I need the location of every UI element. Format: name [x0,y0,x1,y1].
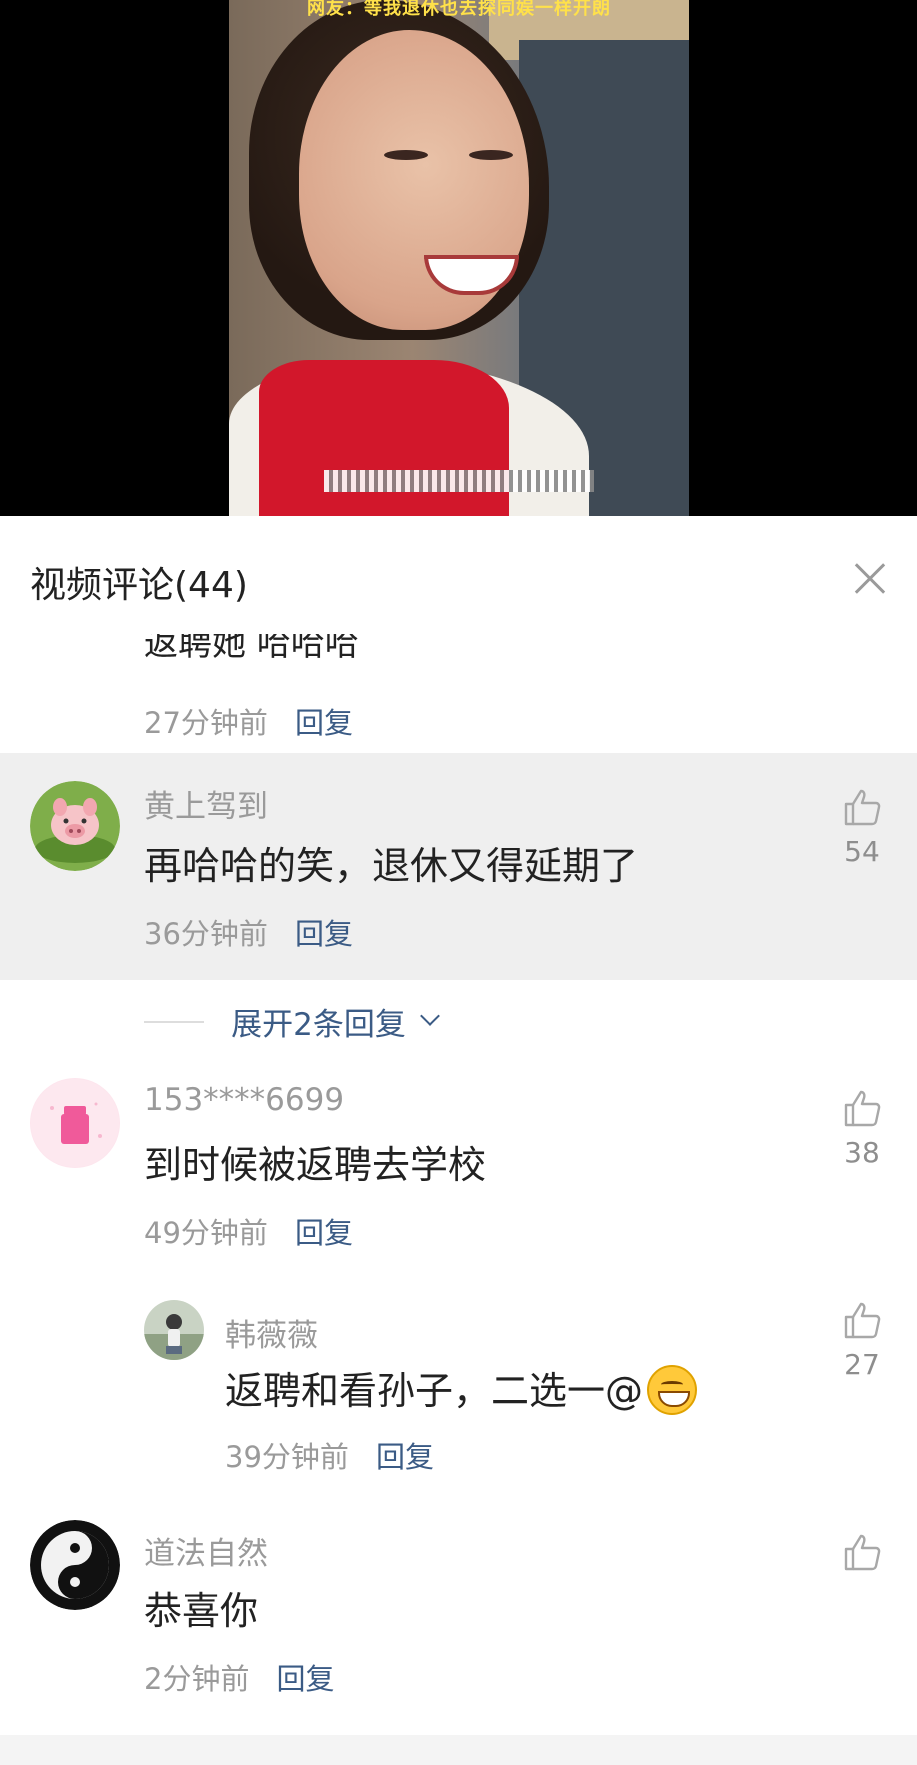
reply-text: 返聘和看孙子，二选一@ [225,1369,644,1413]
chevron-down-icon [420,1005,440,1026]
comment-panel-header: 视频评论(44) [0,516,917,636]
video-person-shirt [259,360,509,516]
comment-meta: 2分钟前 回复 [144,1656,335,1698]
comment-item-partial: 返聘她 哈哈哈 27分钟前 回复 [0,626,917,752]
comment-content: 恭喜你 [144,1589,259,1633]
reply-meta: 39分钟前 回复 [225,1434,434,1476]
comment-username[interactable]: 黄上驾到 [144,781,268,826]
close-icon[interactable] [848,556,892,600]
like-button[interactable] [832,1532,892,1572]
comment-content: 再哈哈的笑，退休又得延期了 [144,844,639,888]
video-frame: 网友：等我退休也去探同娱一样开朗 [229,0,689,516]
comment-panel: 视频评论(44) 返聘她 哈哈哈 27分钟前 回复 黄上驾到 再哈哈的笑，退休又… [0,516,917,1765]
like-button[interactable]: 27 [832,1300,892,1381]
pink-cup-avatar[interactable] [30,1078,120,1168]
comment-panel-title: 视频评论(44) [30,565,248,606]
reply-button[interactable]: 回复 [295,1216,353,1250]
bottom-divider [0,1735,917,1765]
video-bottom-caption [324,470,594,492]
expand-replies-button[interactable]: 展开2条回复 [144,999,440,1043]
photo-avatar[interactable] [144,1300,204,1360]
thumbs-up-icon [844,789,881,826]
comment-time: 36分钟前 [144,917,268,951]
comment-time: 49分钟前 [144,1216,268,1250]
comment-meta: 36分钟前 回复 [144,911,353,953]
like-button[interactable]: 38 [832,1088,892,1169]
comment-meta: 27分钟前 回复 [144,700,353,742]
grinning-face-icon [647,1364,698,1415]
reply-button[interactable]: 回复 [376,1440,434,1474]
expand-replies-label: 展开2条回复 [231,1007,406,1043]
comment-username[interactable]: 道法自然 [144,1528,268,1573]
thumbs-up-icon [844,1090,881,1127]
video-person-eye-left [384,150,428,160]
thumbs-up-icon [844,1302,881,1339]
like-count: 27 [844,1348,880,1381]
divider-line [144,1020,204,1023]
comment-content: 返聘她 哈哈哈 [144,626,359,664]
video-top-caption: 网友：等我退休也去探同娱一样开朗 [307,0,611,19]
comment-meta: 49分钟前 回复 [144,1210,353,1252]
comment-item[interactable]: 黄上驾到 再哈哈的笑，退休又得延期了 36分钟前 回复 54 [0,753,917,980]
thumbs-up-icon [844,1534,881,1571]
pig-avatar[interactable] [30,781,120,871]
reply-button[interactable]: 回复 [295,917,353,951]
comment-time: 2分钟前 [144,1662,250,1696]
like-count: 38 [844,1136,880,1169]
reply-username[interactable]: 韩薇薇 [225,1310,318,1355]
reply-item[interactable]: 韩薇薇 返聘和看孙子，二选一@ 39分钟前 回复 27 [0,1300,917,1500]
reply-content: 返聘和看孙子，二选一@ [225,1360,698,1419]
like-count: 54 [844,835,880,868]
reply-time: 39分钟前 [225,1440,349,1474]
comment-item[interactable]: 153****6699 到时候被返聘去学校 49分钟前 回复 38 [0,1076,917,1276]
comment-item[interactable]: 道法自然 恭喜你 2分钟前 回复 [0,1520,917,1720]
yin-yang-avatar[interactable] [30,1520,120,1610]
comment-username[interactable]: 153****6699 [144,1082,344,1118]
reply-button[interactable]: 回复 [295,706,353,740]
reply-button[interactable]: 回复 [277,1662,335,1696]
comment-time: 27分钟前 [144,706,268,740]
video-player[interactable]: 网友：等我退休也去探同娱一样开朗 [0,0,917,516]
comment-content: 到时候被返聘去学校 [144,1143,487,1187]
like-button[interactable]: 54 [832,787,892,868]
video-person-eye-right [469,150,513,160]
